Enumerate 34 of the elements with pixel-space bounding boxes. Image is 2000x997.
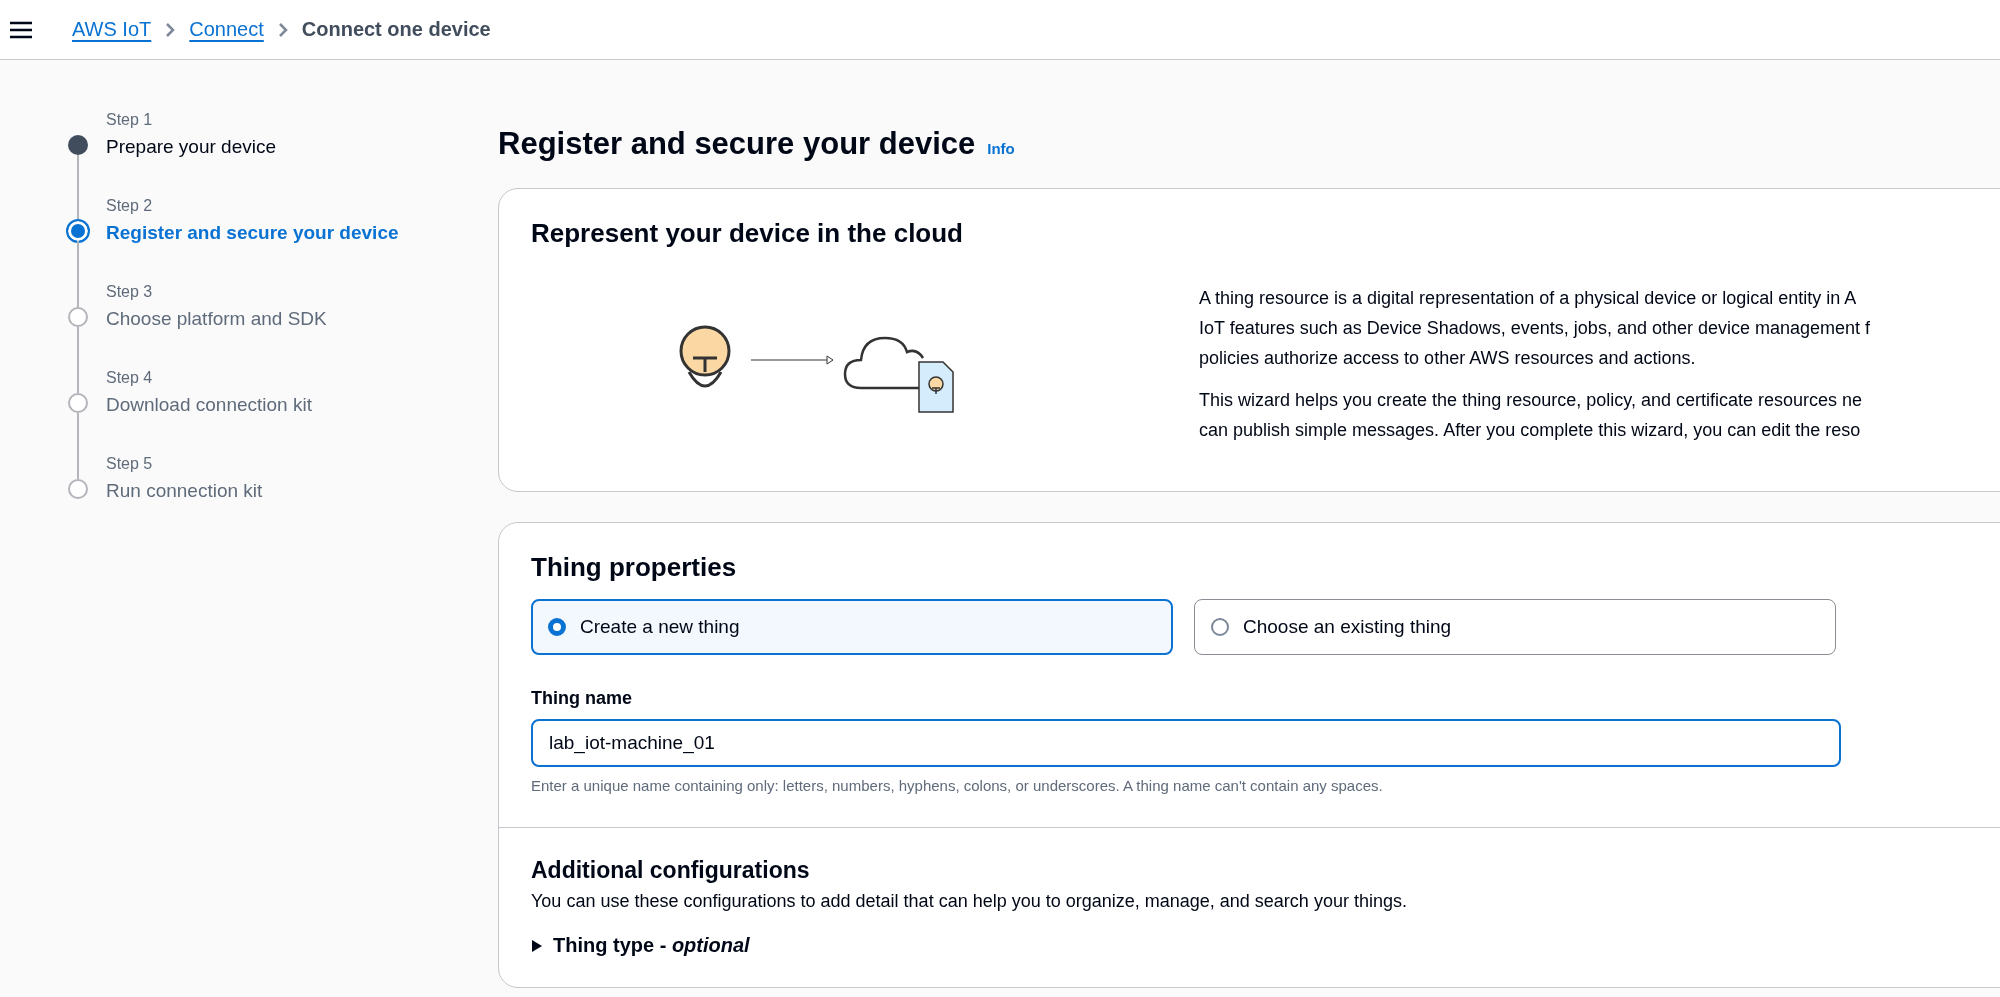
thing-name-input[interactable]: lab_iot-machine_01 [531,719,1841,767]
description-line: A thing resource is a digital representation of a physical device or logical entity in A [1199,287,1858,310]
caret-icon [531,938,543,953]
expander-button[interactable]: Thing type - optional [531,934,750,957]
card-title: Represent your device in the cloud [531,217,964,250]
menu-icon[interactable] [10,20,32,39]
step-title[interactable]: Choose platform and SDK [106,304,498,366]
breadcrumb-current: Connect one device [301,18,491,41]
step-title[interactable]: Register and secure your device [106,218,498,280]
step-number: Step 1 [106,110,154,130]
section-description: You can use these configurations to add detail that can help you to organize, manage, and search your things. [531,890,1408,913]
step-number: Step 4 [106,368,154,388]
description-line: can publish simple messages. After you complete this wizard, you can edit the reso [1199,419,1862,442]
step-number: Step 2 [106,196,154,216]
description-line: This wizard helps you create the thing resource, policy, and certificate resources ne [1199,389,1863,412]
radio-tile[interactable]: Choose an existing thing [1194,599,1836,655]
description-line: IoT features such as Device Shadows, events, jobs, and other device management f [1199,317,1872,340]
page-title: Register and secure your device [498,125,976,163]
field-hint: Enter a unique name containing only: letters, numbers, hyphens, colons, or underscores. A thing name can't contain any spaces. [531,776,1384,796]
chevron-right-icon [165,21,176,38]
description-line: policies authorize access to other AWS resources and actions. [1199,347,1697,370]
chevron-right-icon [277,21,288,38]
step-title[interactable]: Download connection kit [106,390,498,452]
breadcrumb-link[interactable]: AWS IoT [72,18,152,41]
step-title[interactable]: Prepare your device [106,132,498,194]
step-title[interactable]: Run connection kit [106,476,498,538]
section-title: Additional configurations [531,856,811,885]
info-link[interactable]: Info [987,140,1015,157]
card-title: Thing properties [531,551,738,584]
step-number: Step 3 [106,282,154,302]
radio-tile[interactable]: Create a new thing [531,599,1173,655]
breadcrumb-link[interactable]: Connect [189,18,264,41]
field-label: Thing name [531,687,633,710]
step-number: Step 5 [106,454,154,474]
